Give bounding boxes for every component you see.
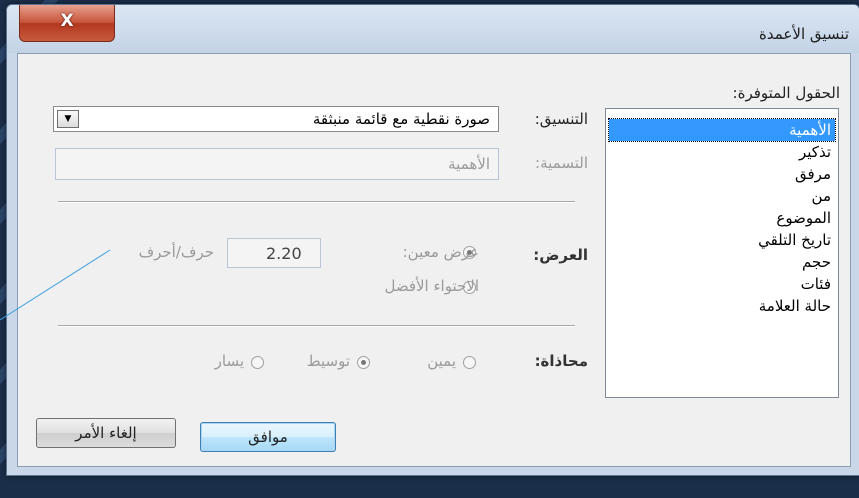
- close-icon: X: [60, 11, 74, 31]
- format-value: صورة نقطية مع قائمة منبثقة: [312, 110, 490, 128]
- list-item[interactable]: الموضوع: [609, 207, 835, 229]
- list-item[interactable]: تذكير: [609, 141, 835, 163]
- best-fit-label: الاحتواء الأفضل: [384, 277, 479, 295]
- caption-label: التسمية:: [535, 154, 588, 172]
- list-item[interactable]: من: [609, 185, 835, 207]
- available-fields-label: الحقول المتوفرة:: [732, 84, 840, 102]
- dialog-title: تنسيق الأعمدة: [759, 25, 849, 43]
- width-label: العرض:: [533, 246, 588, 264]
- format-dropdown[interactable]: ▼ صورة نقطية مع قائمة منبثقة: [53, 106, 499, 132]
- list-item[interactable]: حجم: [609, 251, 835, 273]
- caption-value: الأهمية: [448, 155, 490, 173]
- ok-button[interactable]: موافق: [200, 422, 336, 452]
- list-item-selected[interactable]: الأهمية: [608, 118, 836, 142]
- caption-field[interactable]: الأهمية: [55, 148, 499, 180]
- close-button[interactable]: X: [19, 5, 115, 42]
- align-right-label: يمين: [427, 352, 456, 370]
- width-value: 2.20: [266, 244, 302, 263]
- dialog-body: الحقول المتوفرة: الأهمية تذكير مرفق من ا…: [17, 53, 851, 467]
- chevron-down-icon[interactable]: ▼: [57, 110, 79, 128]
- align-center-radio[interactable]: [357, 356, 370, 369]
- divider: [58, 325, 575, 326]
- list-item[interactable]: مرفق: [609, 163, 835, 185]
- align-left-radio[interactable]: [251, 356, 264, 369]
- width-value-input[interactable]: 2.20: [227, 238, 321, 268]
- list-item[interactable]: تاريخ التلقي: [609, 229, 835, 251]
- width-unit-label: حرف/أحرف: [138, 243, 214, 261]
- align-left-label: يسار: [214, 352, 244, 370]
- list-item[interactable]: فئات: [609, 273, 835, 295]
- cancel-button[interactable]: إلغاء الأمر: [36, 418, 176, 448]
- title-bar: تنسيق الأعمدة X: [7, 5, 859, 53]
- format-label: التنسيق:: [534, 110, 588, 128]
- divider: [58, 201, 575, 202]
- align-right-radio[interactable]: [463, 356, 476, 369]
- specific-width-label: عرض معين:: [402, 243, 479, 261]
- list-item[interactable]: حالة العلامة: [609, 295, 835, 317]
- available-fields-list[interactable]: الأهمية تذكير مرفق من الموضوع تاريخ التل…: [605, 108, 839, 398]
- alignment-label: محاذاة:: [534, 352, 588, 370]
- format-columns-dialog: تنسيق الأعمدة X الحقول المتوفرة: الأهمية…: [6, 4, 859, 476]
- align-center-label: توسيط: [306, 352, 350, 370]
